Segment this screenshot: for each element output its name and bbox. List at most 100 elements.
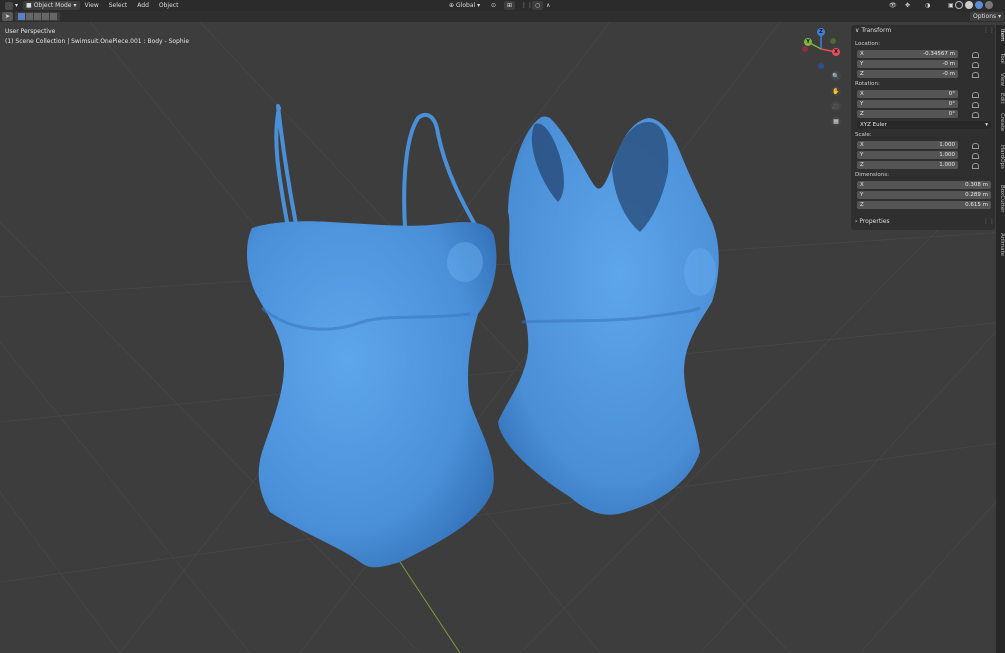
tab-tool[interactable]: Tool [997, 53, 1005, 64]
field-value: 0° [948, 101, 955, 107]
scale-y-field[interactable]: Y 1.000 [857, 151, 958, 159]
axis-label: Z [860, 71, 864, 77]
tab-view[interactable]: View [997, 73, 1005, 86]
lock-icon[interactable] [972, 92, 979, 98]
tab-animate[interactable]: Animate [997, 233, 1005, 256]
location-x-field[interactable]: X -0.34567 m [857, 50, 958, 58]
material-shading-icon[interactable] [975, 1, 983, 9]
transform-panel-header[interactable]: ∨ Transform [855, 27, 891, 34]
dimensions-y-field[interactable]: Y 0.289 m [857, 191, 991, 199]
ortho-grid-icon[interactable]: ▦ [831, 116, 841, 126]
axis-label: Y [860, 152, 864, 158]
chevron-down-icon: ▾ [477, 2, 481, 9]
orientation-label: Global [456, 2, 476, 9]
chevron-right-icon: › [855, 218, 858, 225]
axis-label: Y [860, 101, 864, 107]
solid-shading-icon[interactable] [965, 1, 973, 9]
select-invert-icon [42, 13, 50, 20]
tab-edit[interactable]: Edit [997, 93, 1005, 104]
camera-icon[interactable]: 🎥 [831, 101, 841, 111]
gizmo-x-icon[interactable]: X [832, 48, 840, 56]
lock-icon[interactable] [972, 62, 979, 68]
select-tool-button[interactable]: ➤ [2, 12, 14, 21]
mode-dropdown[interactable]: ■ Object Mode ▾ [23, 1, 80, 10]
swimsuit-right-body [498, 116, 719, 515]
lock-icon[interactable] [972, 143, 979, 149]
y-axis-line [399, 561, 461, 653]
scale-x-field[interactable]: X 1.000 [857, 141, 958, 149]
pivot-icon: ⊙ [491, 2, 497, 9]
rotation-x-field[interactable]: X 0° [857, 90, 958, 98]
visibility-button[interactable]: 👁 [886, 1, 900, 10]
gizmo-neg-y-icon[interactable] [830, 38, 836, 44]
gizmo-y-icon[interactable]: Y [804, 38, 812, 46]
axis-label: Z [860, 202, 864, 208]
lock-icon[interactable] [972, 72, 979, 78]
axis-label: X [860, 51, 864, 57]
options-button[interactable]: Options ▾ [970, 12, 1005, 21]
viewport-header: ▾ ■ Object Mode ▾ View Select Add Object… [0, 0, 1005, 11]
menu-object[interactable]: Object [154, 2, 184, 9]
gizmo-neg-z-icon[interactable] [818, 63, 824, 69]
collection-info-label: (1) Scene Collection | Swimsuit.OnePiece… [5, 38, 190, 45]
tab-create[interactable]: Create [997, 113, 1005, 131]
orientation-icon: ⊕ [449, 2, 455, 9]
lock-icon[interactable] [972, 163, 979, 169]
perspective-label: User Perspective [5, 28, 56, 35]
wireframe-shading-icon[interactable] [955, 1, 963, 9]
location-y-field[interactable]: Y -0 m [857, 60, 958, 68]
snap-toggle[interactable]: ⊞ [504, 1, 516, 10]
gizmo-z-icon[interactable]: Z [817, 28, 825, 36]
dimensions-z-field[interactable]: Z 0.615 m [857, 201, 991, 209]
gizmo-neg-x-icon[interactable] [802, 46, 808, 52]
lock-icon[interactable] [972, 153, 979, 159]
properties-panel-title: Properties [859, 218, 890, 225]
lock-icon[interactable] [972, 112, 979, 118]
menu-add[interactable]: Add [132, 2, 154, 9]
field-value: 0.308 m [965, 182, 988, 188]
axis-label: Y [860, 192, 864, 198]
drag-handle-icon[interactable]: ⋮⋮ [983, 27, 995, 34]
menu-view[interactable]: View [80, 2, 104, 9]
field-value: 1.000 [939, 142, 955, 148]
tab-item[interactable]: Item [997, 29, 1005, 42]
field-value: -0 m [942, 61, 955, 67]
properties-panel-header[interactable]: › Properties [855, 218, 890, 225]
rotation-mode-dropdown[interactable]: XYZ Euler ▾ [857, 121, 991, 129]
swimsuit-right-highlight [684, 248, 716, 296]
eye-icon: 👁 [889, 2, 897, 9]
navigation-gizmo[interactable]: Z X Y [800, 28, 842, 70]
selection-mode-group[interactable] [15, 12, 61, 21]
lock-icon[interactable] [972, 102, 979, 108]
editor-type-button[interactable]: ▾ [2, 1, 21, 10]
chevron-down-icon: ∨ [855, 27, 860, 34]
axis-label: X [860, 91, 864, 97]
gizmo-toggle[interactable]: ✥ [902, 1, 913, 10]
axis-label: X [860, 182, 864, 188]
dimensions-x-field[interactable]: X 0.308 m [857, 181, 991, 189]
pan-hand-icon[interactable]: ✋ [831, 86, 841, 96]
rotation-y-field[interactable]: Y 0° [857, 100, 958, 108]
chevron-down-icon: ▾ [73, 2, 77, 9]
proportional-edit-button[interactable]: ○ [532, 1, 544, 10]
scale-z-field[interactable]: Z 1.000 [857, 161, 958, 169]
cursor-arrow-icon: ➤ [5, 13, 11, 20]
menu-select[interactable]: Select [104, 2, 133, 9]
tab-hardops[interactable]: HardOps [997, 145, 1005, 169]
tab-boxcutter[interactable]: BoxCutter [997, 185, 1005, 213]
zoom-icon[interactable]: 🔍 [831, 71, 841, 81]
tool-settings-bar: ➤ Options ▾ [0, 11, 1005, 22]
chevron-down-icon: ▾ [985, 122, 988, 128]
proportional-edit-icon: ○ [535, 2, 541, 9]
drag-handle-icon[interactable]: ⋮⋮ [983, 218, 995, 225]
rotation-z-field[interactable]: Z 0° [857, 110, 958, 118]
transform-orientation-dropdown[interactable]: ⊕ Global ▾ [446, 1, 483, 10]
falloff-dropdown[interactable]: ∧ [543, 1, 553, 10]
axis-label: X [860, 142, 864, 148]
rendered-shading-icon[interactable] [985, 1, 993, 9]
pivot-point-button[interactable]: ⊙ [488, 1, 499, 10]
rotation-label: Rotation: [855, 81, 880, 87]
overlays-toggle[interactable]: ◑ [922, 1, 933, 10]
lock-icon[interactable] [972, 52, 979, 58]
location-z-field[interactable]: Z -0 m [857, 70, 958, 78]
